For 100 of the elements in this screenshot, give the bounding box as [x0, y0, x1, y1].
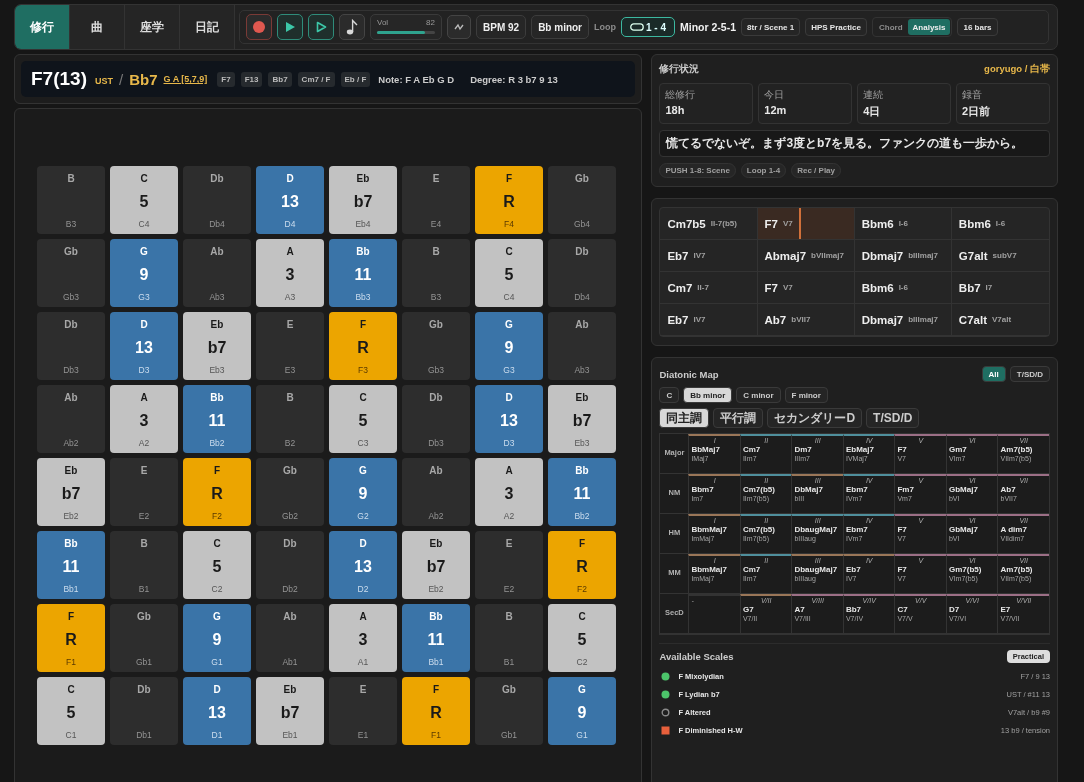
chord-cell[interactable]: F7 V7: [757, 208, 855, 240]
pad[interactable]: G 9 G1: [183, 604, 251, 672]
pad[interactable]: G 9 G1: [548, 677, 616, 745]
pad[interactable]: Gb Gb1: [110, 604, 178, 672]
pad[interactable]: Ab Ab2: [37, 385, 105, 453]
pad[interactable]: Ab Ab2: [402, 458, 470, 526]
bars-button[interactable]: 16 bars: [957, 18, 998, 36]
chord-cell[interactable]: Dbmaj7 bIIImaj7: [854, 304, 952, 336]
pad[interactable]: E E2: [110, 458, 178, 526]
pad[interactable]: Gb Gb4: [548, 166, 616, 234]
pad[interactable]: Eb b7 Eb4: [329, 166, 397, 234]
chord-alias[interactable]: Bb7: [268, 71, 292, 87]
play-button[interactable]: [308, 14, 334, 40]
view-button[interactable]: All: [981, 366, 1006, 382]
mode-tab[interactable]: Analysis: [907, 19, 951, 35]
chord-cell[interactable]: G7alt subV7: [951, 240, 1049, 272]
pad[interactable]: B B3: [402, 239, 470, 307]
mode-tab[interactable]: Chord: [874, 19, 908, 35]
key-button[interactable]: Bb minor: [683, 387, 733, 403]
mode-button[interactable]: 平行調: [713, 408, 764, 428]
play-button[interactable]: [277, 14, 303, 40]
loop-button[interactable]: 1 - 4: [621, 17, 676, 37]
pad[interactable]: F R F1: [402, 677, 470, 745]
pad[interactable]: Bb 11 Bb1: [37, 531, 105, 599]
pad[interactable]: B B2: [256, 385, 324, 453]
pad[interactable]: F R F3: [329, 312, 397, 380]
chord-cell[interactable]: Abmaj7 bVIImaj7: [757, 240, 855, 272]
pad[interactable]: Bb 11 Bb2: [548, 458, 616, 526]
chord-alias[interactable]: Cm7 / F: [297, 71, 335, 87]
mode-button[interactable]: セカンダリーD: [767, 408, 863, 428]
pad[interactable]: Eb b7 Eb2: [37, 458, 105, 526]
pad[interactable]: A 3 A1: [329, 604, 397, 672]
pad[interactable]: C 5 C4: [110, 166, 178, 234]
metronome-button[interactable]: [339, 14, 365, 40]
pad[interactable]: A 3 A2: [110, 385, 178, 453]
pad[interactable]: Bb 11 Bb2: [183, 385, 251, 453]
pad[interactable]: E E4: [402, 166, 470, 234]
pad[interactable]: D 13 D1: [183, 677, 251, 745]
pad[interactable]: D 13 D3: [475, 385, 543, 453]
pad[interactable]: E E2: [475, 531, 543, 599]
pad[interactable]: Db Db2: [256, 531, 324, 599]
pad[interactable]: Db Db3: [37, 312, 105, 380]
pad[interactable]: Eb b7 Eb3: [183, 312, 251, 380]
pad[interactable]: B B3: [37, 166, 105, 234]
pad[interactable]: G 9 G3: [110, 239, 178, 307]
chord-cell[interactable]: Eb7 IV7: [660, 304, 758, 336]
pad[interactable]: F R F4: [475, 166, 543, 234]
chord-cell[interactable]: Cm7b5 II-7(b5): [660, 208, 758, 240]
pad[interactable]: Ab Ab3: [548, 312, 616, 380]
pad[interactable]: Db Db4: [183, 166, 251, 234]
pad[interactable]: A 3 A3: [256, 239, 324, 307]
pad[interactable]: Eb b7 Eb2: [402, 531, 470, 599]
chord-alias[interactable]: Eb / F: [340, 71, 371, 87]
pad[interactable]: Eb b7 Eb3: [548, 385, 616, 453]
pad[interactable]: C 5 C4: [475, 239, 543, 307]
pad[interactable]: Db Db4: [548, 239, 616, 307]
chord-cell[interactable]: C7alt V7alt: [951, 304, 1049, 336]
chord-alias[interactable]: F13: [240, 71, 263, 87]
pad[interactable]: Db Db3: [402, 385, 470, 453]
practice-button[interactable]: HPS Practice: [805, 18, 867, 36]
key-button[interactable]: C: [659, 387, 680, 403]
pad[interactable]: Ab Ab1: [256, 604, 324, 672]
pad[interactable]: E E3: [256, 312, 324, 380]
tab[interactable]: 修行: [15, 5, 70, 49]
chord-cell[interactable]: Bbm6 I-6: [854, 208, 952, 240]
chord-cell[interactable]: Eb7 IV7: [660, 240, 758, 272]
pad[interactable]: C 5 C3: [329, 385, 397, 453]
pad[interactable]: G 9 G2: [329, 458, 397, 526]
pad[interactable]: A 3 A2: [475, 458, 543, 526]
pad[interactable]: C 5 C2: [183, 531, 251, 599]
tap-button[interactable]: [447, 15, 471, 39]
chord-alias[interactable]: F7: [217, 71, 235, 87]
ust-notes-link[interactable]: G A [5,7,9]: [163, 74, 208, 84]
pad[interactable]: Bb 11 Bb1: [402, 604, 470, 672]
pad[interactable]: F R F1: [37, 604, 105, 672]
pad[interactable]: C 5 C2: [548, 604, 616, 672]
pad[interactable]: Gb Gb2: [256, 458, 324, 526]
key-button[interactable]: C minor: [736, 387, 781, 403]
volume-slider[interactable]: Vol 82: [370, 14, 442, 40]
chord-cell[interactable]: Dbmaj7 bIIImaj7: [854, 240, 952, 272]
pad[interactable]: Bb 11 Bb3: [329, 239, 397, 307]
chord-cell[interactable]: F7 V7: [757, 272, 855, 304]
pad[interactable]: B B1: [110, 531, 178, 599]
chord-cell[interactable]: Bbm6 I-6: [854, 272, 952, 304]
pad[interactable]: E E1: [329, 677, 397, 745]
pad[interactable]: Gb Gb3: [402, 312, 470, 380]
pad[interactable]: B B1: [475, 604, 543, 672]
pad[interactable]: C 5 C1: [37, 677, 105, 745]
pad[interactable]: Db Db1: [110, 677, 178, 745]
record-button[interactable]: [246, 14, 272, 40]
pad[interactable]: F R F2: [548, 531, 616, 599]
pad[interactable]: Gb Gb1: [475, 677, 543, 745]
chord-cell[interactable]: Bb7 I7: [951, 272, 1049, 304]
chord-cell[interactable]: Ab7 bVII7: [757, 304, 855, 336]
pad[interactable]: D 13 D3: [110, 312, 178, 380]
chord-cell[interactable]: Bbm6 I-6: [951, 208, 1049, 240]
bpm-button[interactable]: BPM 92: [476, 15, 527, 39]
mode-button[interactable]: T/SD/D: [866, 408, 920, 428]
pad[interactable]: F R F2: [183, 458, 251, 526]
pad[interactable]: G 9 G3: [475, 312, 543, 380]
